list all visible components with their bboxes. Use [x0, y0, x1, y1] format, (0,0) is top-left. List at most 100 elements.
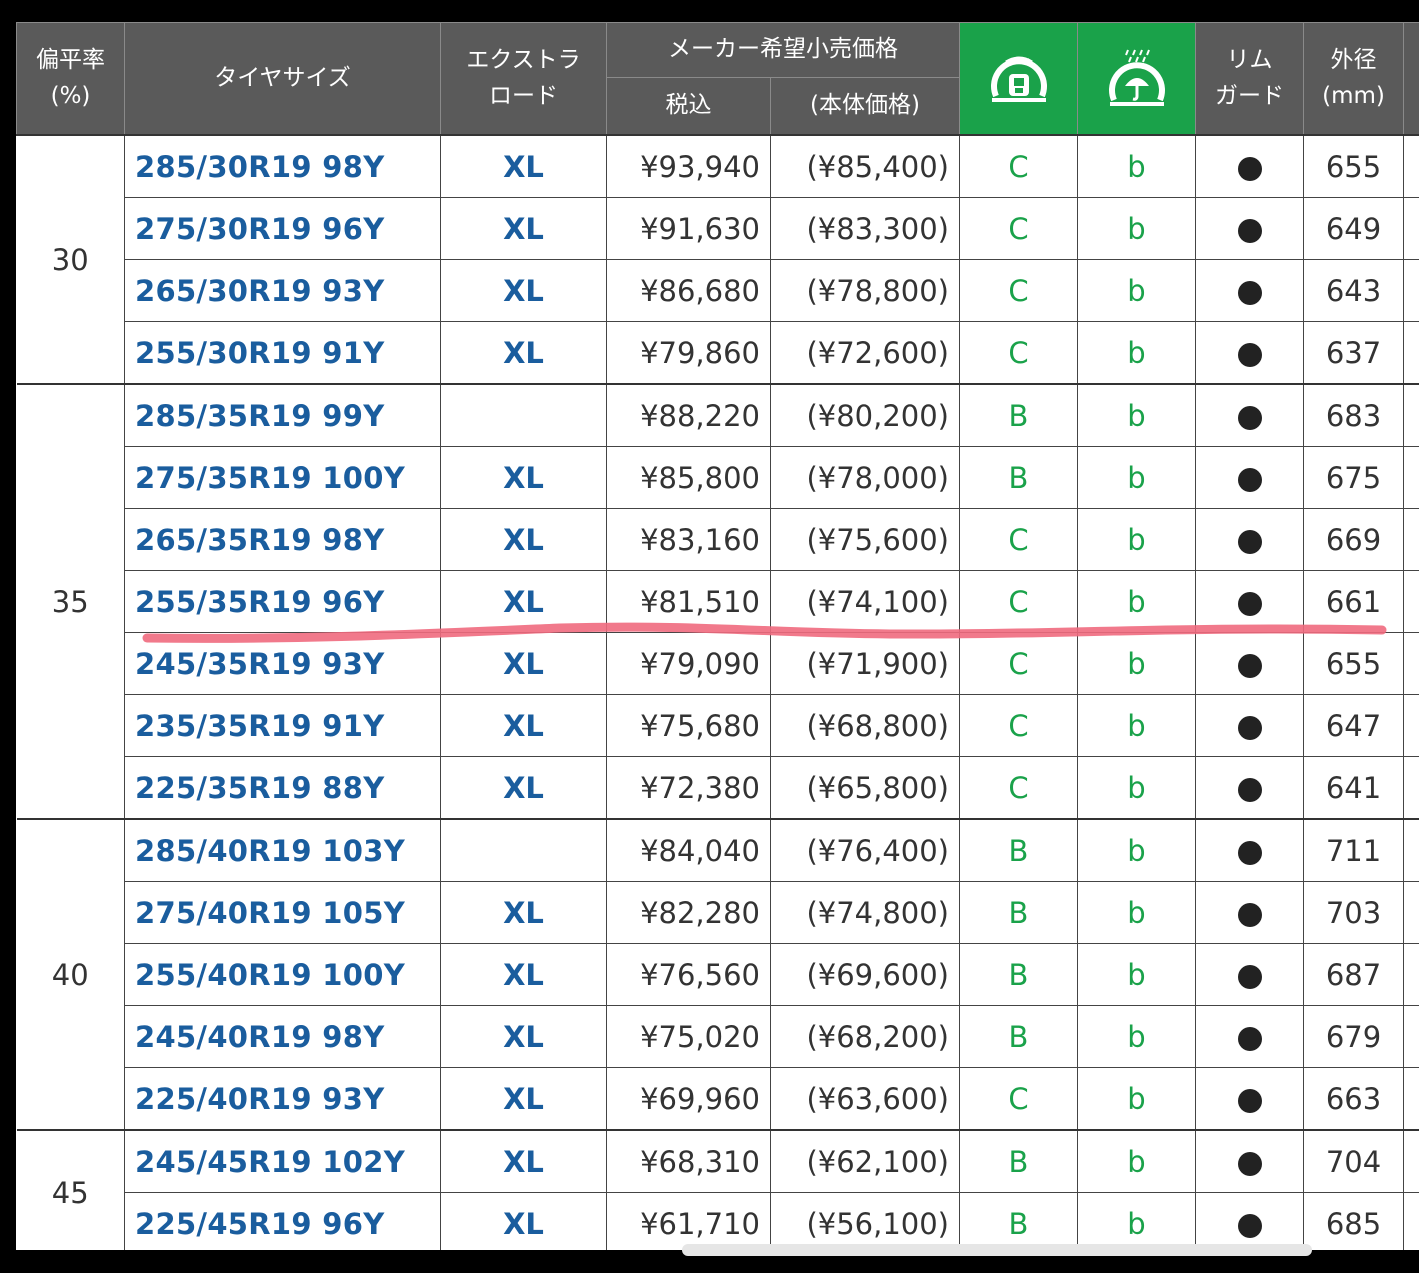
horizontal-scrollbar[interactable] [682, 1244, 1312, 1256]
tire-size-link[interactable]: 285/30R19 98Y [124, 134, 441, 198]
rolling-resistance-grade: B [959, 1129, 1078, 1193]
rim-guard-cell [1195, 508, 1304, 571]
cut-off-cell [1403, 508, 1419, 571]
cut-off-cell [1403, 943, 1419, 1006]
rolling-resistance-grade: C [959, 134, 1078, 198]
rim-guard-dot-icon [1237, 902, 1262, 927]
price-tax-included-cell: ¥81,510 [606, 570, 771, 633]
rolling-resistance-grade: C [959, 1067, 1078, 1131]
tire-size-link[interactable]: 255/30R19 91Y [124, 321, 441, 385]
rim-guard-dot-icon [1237, 591, 1262, 616]
wet-grip-grade: b [1077, 818, 1196, 882]
price-tax-included-cell: ¥76,560 [606, 943, 771, 1006]
price-body-cell: (¥74,100) [770, 570, 960, 633]
rim-guard-dot-icon [1237, 1026, 1262, 1051]
header-outer-diameter-line2: (mm) [1322, 82, 1385, 109]
rolling-resistance-grade: C [959, 694, 1078, 757]
tire-size-table: 偏平率 (%) タイヤサイズ エクストラ ロード メーカー希望小売価格 リム ガ… [16, 22, 1419, 1250]
rim-guard-dot-icon [1237, 467, 1262, 492]
outer-diameter-cell: 704 [1303, 1129, 1404, 1193]
rim-guard-dot-icon [1237, 777, 1262, 802]
rim-guard-dot-icon [1237, 218, 1262, 243]
tire-size-link[interactable]: 245/40R19 98Y [124, 1005, 441, 1068]
header-outer-diameter: 外径 (mm) [1303, 22, 1404, 136]
tire-size-link[interactable]: 245/45R19 102Y [124, 1129, 441, 1193]
price-tax-included-cell: ¥88,220 [606, 383, 771, 447]
table-row: 40 285/40R19 103Y ¥84,040 (¥76,400) Bb 711 [16, 818, 1419, 1131]
outer-diameter-cell: 655 [1303, 632, 1404, 695]
outer-diameter-cell: 661 [1303, 570, 1404, 633]
price-body-cell: (¥68,200) [770, 1005, 960, 1068]
tire-size-link[interactable]: 275/30R19 96Y [124, 197, 441, 260]
price-tax-included-cell: ¥72,380 [606, 756, 771, 820]
header-rim-guard-line1: リム [1226, 46, 1273, 73]
price-tax-included-cell: ¥61,710 [606, 1192, 771, 1250]
rim-guard-cell [1195, 446, 1304, 509]
rim-guard-cell [1195, 383, 1304, 447]
table-row: 225/40R19 93Y XL ¥69,960 (¥63,600) Cb 663 [17, 1067, 1419, 1131]
table-row: 225/45R19 96Y XL ¥61,710 (¥56,100) Bb 685 [17, 1192, 1419, 1250]
outer-diameter-cell: 647 [1303, 694, 1404, 757]
tire-size-link[interactable]: 255/40R19 100Y [124, 943, 441, 1006]
outer-diameter-cell: 675 [1303, 446, 1404, 509]
extra-load-cell [440, 383, 607, 447]
extra-load-cell: XL [440, 694, 607, 757]
extra-load-cell: XL [440, 446, 607, 509]
tire-size-link[interactable]: 245/35R19 93Y [124, 632, 441, 695]
rim-guard-dot-icon [1237, 964, 1262, 989]
price-body-cell: (¥69,600) [770, 943, 960, 1006]
tire-size-link[interactable]: 285/35R19 99Y [124, 383, 441, 447]
header-extra-load: エクストラ ロード [440, 22, 607, 136]
tire-size-link[interactable]: 275/40R19 105Y [124, 881, 441, 944]
tire-size-link[interactable]: 225/40R19 93Y [124, 1067, 441, 1131]
extra-load-cell: XL [440, 632, 607, 695]
tire-size-link[interactable]: 255/35R19 96Y [124, 570, 441, 633]
outer-diameter-cell: 683 [1303, 383, 1404, 447]
rim-guard-dot-icon [1237, 715, 1262, 740]
outer-diameter-cell: 641 [1303, 756, 1404, 820]
tire-size-link[interactable]: 285/40R19 103Y [124, 818, 441, 882]
wet-grip-grade: b [1077, 632, 1196, 695]
price-body-cell: (¥65,800) [770, 756, 960, 820]
rim-guard-dot-icon [1237, 1151, 1262, 1176]
price-body-cell: (¥75,600) [770, 508, 960, 571]
extra-load-cell: XL [440, 1005, 607, 1068]
rim-guard-dot-icon [1237, 529, 1262, 554]
rim-guard-dot-icon [1237, 840, 1262, 865]
wet-grip-grade: b [1077, 756, 1196, 820]
rolling-resistance-grade: B [959, 943, 1078, 1006]
cut-off-cell [1403, 570, 1419, 633]
tire-size-link[interactable]: 265/30R19 93Y [124, 259, 441, 322]
cut-off-cell [1403, 134, 1419, 198]
rim-guard-cell [1195, 570, 1304, 633]
extra-load-cell: XL [440, 881, 607, 944]
table-body: 30 285/30R19 98Y XL ¥93,940 (¥85,400) Cb 655 27… [16, 134, 1419, 1250]
wet-grip-grade: b [1077, 881, 1196, 944]
price-tax-included-cell: ¥83,160 [606, 508, 771, 571]
cut-off-cell [1403, 197, 1419, 260]
rolling-resistance-grade: B [959, 1005, 1078, 1068]
rolling-resistance-grade: C [959, 508, 1078, 571]
header-wet-grip [1077, 22, 1196, 136]
header-rim-guard: リム ガード [1195, 22, 1304, 136]
cut-off-cell [1403, 383, 1419, 447]
tire-size-link[interactable]: 225/45R19 96Y [124, 1192, 441, 1250]
aspect-ratio-cell: 40 [16, 818, 125, 1131]
extra-load-cell: XL [440, 134, 607, 198]
table-row: 235/35R19 91Y XL ¥75,680 (¥68,800) Cb 647 [17, 694, 1419, 757]
outer-diameter-cell: 663 [1303, 1067, 1404, 1131]
rim-guard-cell [1195, 259, 1304, 322]
outer-diameter-cell: 685 [1303, 1192, 1404, 1250]
tire-size-link[interactable]: 265/35R19 98Y [124, 508, 441, 571]
tire-size-table-container[interactable]: 偏平率 (%) タイヤサイズ エクストラ ロード メーカー希望小売価格 リム ガ… [16, 22, 1419, 1250]
table-row: 255/30R19 91Y XL ¥79,860 (¥72,600) Cb 637 [17, 321, 1419, 385]
price-body-cell: (¥71,900) [770, 632, 960, 695]
rim-guard-cell [1195, 197, 1304, 260]
tire-size-link[interactable]: 275/35R19 100Y [124, 446, 441, 509]
tire-size-link[interactable]: 235/35R19 91Y [124, 694, 441, 757]
price-tax-included-cell: ¥82,280 [606, 881, 771, 944]
wet-grip-grade: b [1077, 446, 1196, 509]
rim-guard-dot-icon [1237, 1088, 1262, 1113]
price-tax-included-cell: ¥79,090 [606, 632, 771, 695]
tire-size-link[interactable]: 225/35R19 88Y [124, 756, 441, 820]
